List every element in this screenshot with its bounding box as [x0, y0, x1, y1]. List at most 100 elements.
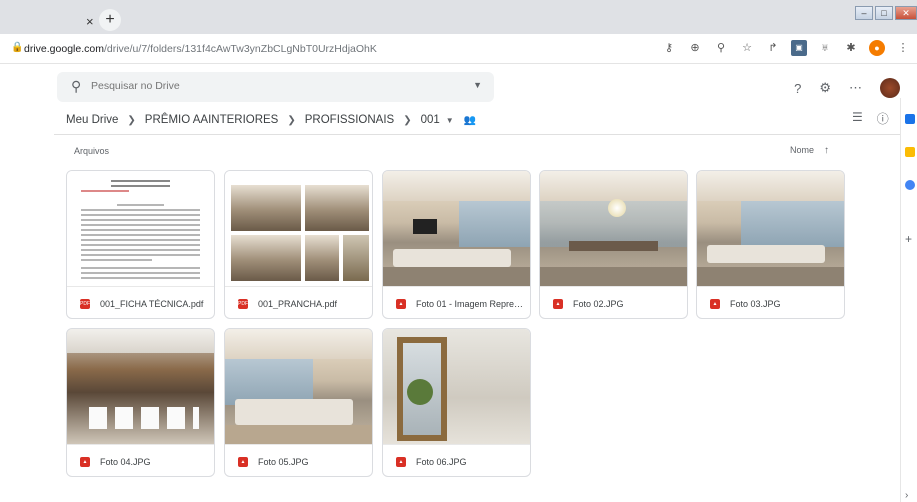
extension-image-icon[interactable]: ▣ [791, 40, 807, 56]
breadcrumb-item-meu-drive[interactable]: Meu Drive [66, 114, 118, 126]
close-window-button[interactable]: ✕ [895, 6, 917, 20]
search-options-icon[interactable]: ▼ [473, 80, 482, 90]
url-host: drive.google.com [24, 43, 104, 55]
file-name: 001_FICHA TÉCNICA.pdf [100, 298, 204, 309]
file-name: Foto 01 - Imagem Represent... [416, 298, 526, 309]
photo-preview [540, 171, 687, 286]
file-name: Foto 06.JPG [416, 456, 467, 467]
file-name: Foto 05.JPG [258, 456, 309, 467]
image-file-icon: ▲ [710, 298, 720, 309]
image-file-icon: ▲ [238, 456, 248, 467]
settings-gear-icon[interactable]: ⚙ [819, 80, 831, 96]
photo-preview [67, 329, 214, 444]
breadcrumb-item-profissionais[interactable]: PROFISSIONAIS [305, 114, 394, 126]
chevron-right-icon[interactable]: › [905, 490, 908, 501]
zoom-icon[interactable]: ⚲ [713, 40, 729, 56]
file-card[interactable]: PDF 001_PRANCHA.pdf [224, 170, 373, 319]
bookmark-star-icon[interactable]: ☆ [739, 40, 755, 56]
file-card[interactable]: ▲ Foto 06.JPG [382, 328, 531, 477]
file-thumbnail [225, 329, 372, 445]
sort-control[interactable]: Nome ↑ [790, 145, 829, 156]
help-icon[interactable]: ? [794, 81, 801, 96]
location-icon[interactable]: ⊕ [687, 40, 703, 56]
list-view-icon[interactable]: ☰ [852, 110, 863, 127]
address-bar[interactable]: 🔒 drive.google.com/drive/u/7/folders/131… [0, 34, 917, 64]
chevron-right-icon: ❯ [287, 114, 296, 126]
minimize-button[interactable]: – [855, 6, 873, 20]
keep-icon[interactable] [905, 147, 915, 157]
photo-preview [383, 329, 530, 444]
breadcrumb: Meu Drive ❯ PRÊMIO AAINTERIORES ❯ PROFIS… [66, 109, 476, 131]
tasks-icon[interactable] [905, 180, 915, 190]
info-icon[interactable]: ⓘ [877, 110, 889, 127]
file-card[interactable]: ▲ Foto 03.JPG [696, 170, 845, 319]
file-card[interactable]: ▲ Foto 01 - Imagem Represent... [382, 170, 531, 319]
shared-people-icon[interactable]: 👥 [464, 115, 476, 126]
calendar-icon[interactable] [905, 114, 915, 124]
maximize-button[interactable]: □ [875, 6, 893, 20]
chevron-right-icon: ❯ [127, 114, 136, 126]
apps-grid-icon[interactable]: ⋯ [849, 80, 862, 96]
profile-avatar-icon[interactable]: ● [869, 40, 885, 56]
breadcrumb-item-premio[interactable]: PRÊMIO AAINTERIORES [145, 114, 279, 126]
file-thumbnail [383, 171, 530, 287]
lock-icon[interactable]: 🔒 [11, 42, 23, 53]
file-thumbnail [383, 329, 530, 445]
url-text[interactable]: drive.google.com/drive/u/7/folders/131f4… [24, 43, 377, 55]
view-controls: ☰ ⓘ [838, 110, 889, 127]
add-addon-icon[interactable]: + [905, 232, 912, 246]
search-box[interactable]: ⚲ ▼ [57, 72, 494, 102]
puzzle-icon[interactable]: ✱ [843, 40, 859, 56]
extension-icons: ⚷ ⊕ ⚲ ☆ ↱ ▣ ♅ ✱ ● ⋮ [651, 40, 911, 56]
breadcrumb-item-001[interactable]: 001 [421, 114, 440, 126]
file-card[interactable]: ▲ Foto 04.JPG [66, 328, 215, 477]
file-card[interactable]: ▲ Foto 05.JPG [224, 328, 373, 477]
header-actions: ? ⚙ ⋯ [776, 78, 900, 98]
window-controls: – □ ✕ [853, 6, 917, 20]
new-tab-button[interactable]: + [99, 9, 121, 31]
image-file-icon: ▲ [396, 456, 406, 467]
pdf-file-icon: PDF [238, 298, 248, 309]
file-caption: ▲ Foto 05.JPG [225, 445, 372, 476]
divider [54, 134, 900, 135]
file-caption: ▲ Foto 02.JPG [540, 287, 687, 318]
folder-menu-chevron-icon[interactable]: ▼ [446, 116, 454, 125]
extension-mic-icon[interactable]: ♅ [817, 40, 833, 56]
file-thumbnail [67, 171, 214, 287]
photo-preview [697, 171, 844, 286]
search-input[interactable] [91, 80, 471, 92]
document-preview [67, 171, 214, 286]
search-icon[interactable]: ⚲ [71, 78, 81, 95]
file-card[interactable]: PDF 001_FICHA TÉCNICA.pdf [66, 170, 215, 319]
file-name: Foto 03.JPG [730, 298, 781, 309]
file-thumbnail [225, 171, 372, 287]
extension-arrow-icon[interactable]: ↱ [765, 40, 781, 56]
photo-preview [225, 329, 372, 444]
chevron-right-icon: ❯ [403, 114, 412, 126]
file-caption: PDF 001_FICHA TÉCNICA.pdf [67, 287, 214, 318]
sort-label: Nome [790, 145, 815, 155]
collage-preview [225, 171, 372, 286]
file-thumbnail [540, 171, 687, 287]
section-label-files: Arquivos [74, 146, 110, 156]
image-file-icon: ▲ [553, 298, 563, 309]
photo-preview [383, 171, 530, 286]
image-file-icon: ▲ [80, 456, 90, 467]
file-name: Foto 04.JPG [100, 456, 151, 467]
file-caption: ▲ Foto 04.JPG [67, 445, 214, 476]
file-caption: ▲ Foto 06.JPG [383, 445, 530, 476]
file-name: 001_PRANCHA.pdf [258, 298, 338, 309]
file-card[interactable]: ▲ Foto 02.JPG [539, 170, 688, 319]
url-path: /drive/u/7/folders/131f4cAwTw3ynZbCLgNbT… [103, 43, 377, 55]
browser-tab-strip: × + – □ ✕ [0, 0, 917, 34]
key-icon[interactable]: ⚷ [661, 40, 677, 56]
image-file-icon: ▲ [396, 298, 406, 309]
arrow-up-icon[interactable]: ↑ [824, 145, 829, 156]
drive-header: ⚲ ▼ ? ⚙ ⋯ [0, 64, 900, 109]
file-name: Foto 02.JPG [573, 298, 624, 309]
file-thumbnail [697, 171, 844, 287]
account-avatar[interactable] [880, 78, 900, 98]
tab-close-icon[interactable]: × [86, 14, 94, 29]
browser-menu-icon[interactable]: ⋮ [895, 40, 911, 56]
file-thumbnail [67, 329, 214, 445]
